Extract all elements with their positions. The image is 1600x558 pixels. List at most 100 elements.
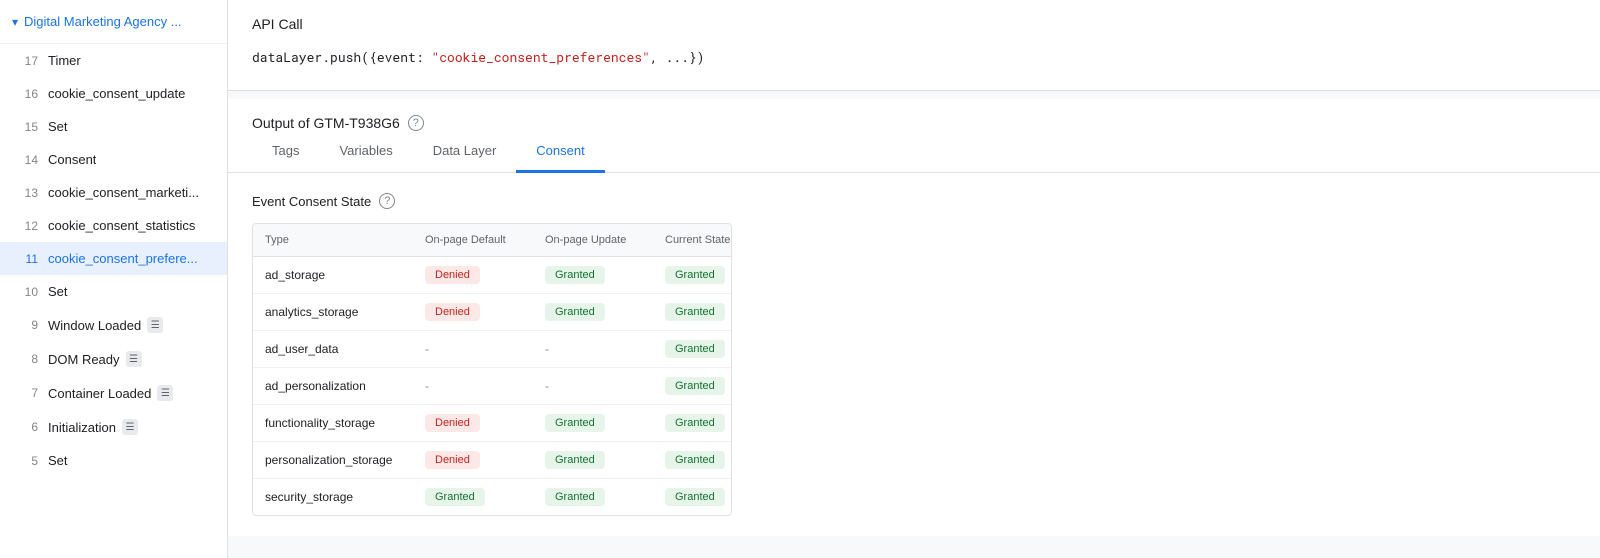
table-header-cell-1: On-page Default <box>413 224 533 256</box>
sidebar-item-label: Consent <box>48 152 96 167</box>
sidebar-item-badge-icon: ☰ <box>122 419 138 435</box>
table-cell-update: Granted <box>533 405 653 441</box>
sidebar-item-number: 9 <box>16 318 38 332</box>
sidebar-collapse-icon: ▾ <box>12 15 18 29</box>
table-cell-type: personalization_storage <box>253 442 413 478</box>
badge-update: Granted <box>545 451 605 469</box>
table-cell-type: functionality_storage <box>253 405 413 441</box>
table-cell-type: analytics_storage <box>253 294 413 330</box>
tab-data-layer[interactable]: Data Layer <box>413 131 517 173</box>
sidebar-item-label: cookie_consent_update <box>48 86 185 101</box>
table-cell-type: ad_storage <box>253 257 413 293</box>
api-call-code: dataLayer.push({event: "cookie_consent_p… <box>252 44 1576 70</box>
output-tabs: TagsVariablesData LayerConsent <box>228 131 1600 173</box>
table-header-cell-0: Type <box>253 224 413 256</box>
sidebar-item-10[interactable]: 10 Set <box>0 275 227 308</box>
table-cell-current: Granted <box>653 442 732 478</box>
sidebar-item-9[interactable]: 9 Window Loaded ☰ <box>0 308 227 342</box>
table-cell-update: Granted <box>533 479 653 515</box>
sidebar-item-label: DOM Ready <box>48 352 120 367</box>
table-cell-default: Denied <box>413 405 533 441</box>
badge-current: Granted <box>665 377 725 395</box>
tab-tags[interactable]: Tags <box>252 131 319 173</box>
api-call-section: API Call dataLayer.push({event: "cookie_… <box>228 0 1600 91</box>
sidebar-item-16[interactable]: 16 cookie_consent_update <box>0 77 227 110</box>
sidebar-item-5[interactable]: 5 Set <box>0 444 227 477</box>
table-row: ad_storageDeniedGrantedGranted <box>253 257 731 294</box>
consent-table: TypeOn-page DefaultOn-page UpdateCurrent… <box>252 223 732 516</box>
table-cell-current: Granted <box>653 405 732 441</box>
sidebar-item-14[interactable]: 14Consent <box>0 143 227 176</box>
sidebar-item-number: 10 <box>16 285 38 299</box>
badge-update: Granted <box>545 488 605 506</box>
table-header: TypeOn-page DefaultOn-page UpdateCurrent… <box>253 224 731 257</box>
sidebar-items-list: 17Timer 16 cookie_consent_update 15 Set 14Con… <box>0 44 227 477</box>
tab-variables[interactable]: Variables <box>319 131 412 173</box>
sidebar-item-label: Window Loaded <box>48 318 141 333</box>
badge-current: Granted <box>665 488 725 506</box>
sidebar-item-number: 12 <box>16 219 38 233</box>
table-header-cell-2: On-page Update <box>533 224 653 256</box>
output-title: Output of GTM-T938G6 <box>252 115 400 131</box>
table-cell-update: - <box>533 331 653 367</box>
badge-current: Granted <box>665 340 725 358</box>
table-cell-update: - <box>533 368 653 404</box>
sidebar-item-11[interactable]: 11 cookie_consent_prefere... <box>0 242 227 275</box>
table-header-cell-3: Current State <box>653 224 732 256</box>
sidebar: ▾ Digital Marketing Agency ... 17Timer16… <box>0 0 228 558</box>
sidebar-item-label: cookie_consent_statistics <box>48 218 195 233</box>
table-cell-type: security_storage <box>253 479 413 515</box>
table-row: security_storage Granted Granted Granted <box>253 479 731 515</box>
sidebar-item-number: 8 <box>16 352 38 366</box>
table-row: functionality_storageDeniedGrantedGrante… <box>253 405 731 442</box>
sidebar-item-number: 5 <box>16 454 38 468</box>
api-call-title: API Call <box>252 16 1576 32</box>
sidebar-item-label: Container Loaded <box>48 386 151 401</box>
tab-consent[interactable]: Consent <box>516 131 604 173</box>
sidebar-item-label: cookie_consent_prefere... <box>48 251 198 266</box>
sidebar-item-label: Set <box>48 284 68 299</box>
sidebar-item-label: Set <box>48 453 68 468</box>
table-cell-current: Granted <box>653 479 732 515</box>
sidebar-item-badge-icon: ☰ <box>147 317 163 333</box>
badge-update: Granted <box>545 303 605 321</box>
table-cell-default: Denied <box>413 294 533 330</box>
sidebar-item-8[interactable]: 8 DOM Ready ☰ <box>0 342 227 376</box>
main-content: API Call dataLayer.push({event: "cookie_… <box>228 0 1600 558</box>
sidebar-item-label: cookie_consent_marketi... <box>48 185 199 200</box>
badge-current: Granted <box>665 451 725 469</box>
table-cell-current: Granted <box>653 331 732 367</box>
sidebar-item-6[interactable]: 6 Initialization ☰ <box>0 410 227 444</box>
table-cell-current: Granted <box>653 294 732 330</box>
sidebar-item-15[interactable]: 15 Set <box>0 110 227 143</box>
sidebar-item-number: 16 <box>16 87 38 101</box>
sidebar-item-17[interactable]: 17Timer <box>0 44 227 77</box>
table-cell-current: Granted <box>653 368 732 404</box>
table-body: ad_storageDeniedGrantedGrantedanalytics_… <box>253 257 731 515</box>
sidebar-item-12[interactable]: 12 cookie_consent_statistics <box>0 209 227 242</box>
table-cell-type: ad_user_data <box>253 331 413 367</box>
output-section: Output of GTM-T938G6 ? TagsVariablesData… <box>228 99 1600 536</box>
sidebar-header[interactable]: ▾ Digital Marketing Agency ... <box>0 0 227 44</box>
consent-subtitle: Event Consent State ? <box>252 193 1576 209</box>
table-row: analytics_storageDenied Granted Granted <box>253 294 731 331</box>
badge-current: Granted <box>665 303 725 321</box>
sidebar-item-number: 15 <box>16 120 38 134</box>
sidebar-item-label: Initialization <box>48 420 116 435</box>
sidebar-item-13[interactable]: 13 cookie_consent_marketi... <box>0 176 227 209</box>
sidebar-item-badge-icon: ☰ <box>126 351 142 367</box>
sidebar-item-number: 13 <box>16 186 38 200</box>
table-cell-default: - <box>413 368 533 404</box>
table-cell-update: Granted <box>533 257 653 293</box>
output-help-icon[interactable]: ? <box>408 115 424 131</box>
sidebar-item-label: Set <box>48 119 68 134</box>
sidebar-item-number: 6 <box>16 420 38 434</box>
consent-help-icon[interactable]: ? <box>379 193 395 209</box>
code-string: "cookie_consent_preferences" <box>431 48 649 66</box>
badge-default: Granted <box>425 488 485 506</box>
sidebar-title: Digital Marketing Agency ... <box>24 14 182 29</box>
sidebar-item-7[interactable]: 7Container Loaded☰ <box>0 376 227 410</box>
sidebar-item-badge-icon: ☰ <box>157 385 173 401</box>
sidebar-item-number: 11 <box>16 252 38 266</box>
table-cell-default: Denied <box>413 442 533 478</box>
